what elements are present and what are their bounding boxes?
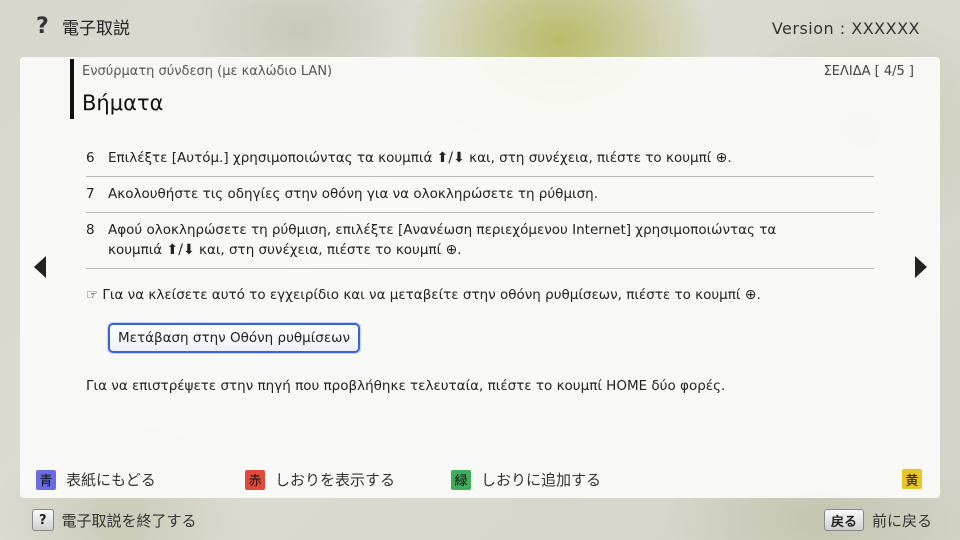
step-text-part: Αφού ολοκληρώσετε τη ρύθμιση, επιλέξτε [… (108, 222, 777, 238)
enter-button-icon: ⊕ (744, 287, 757, 303)
prev-page-arrow-icon[interactable] (34, 256, 46, 278)
green-key-label: しおりに追加する (481, 471, 602, 489)
goto-settings-button[interactable]: Μετάβαση στην Οθόνη ρυθμίσεων (108, 323, 360, 353)
step-item-8: 8 Αφού ολοκληρώσετε τη ρύθμιση, επιλέξτε… (86, 213, 874, 269)
back-label: 前に戻る (871, 511, 932, 530)
up-down-arrows-icon: ⬆/⬇ (166, 242, 195, 258)
page-indicator: ΣΕΛΙΔΑ [ 4/5 ] (823, 64, 914, 79)
blue-key-cover[interactable]: 青 表紙にもどる (36, 469, 156, 490)
breadcrumb: Ενσύρματη σύνδεση (με καλώδιο LAN) (82, 64, 333, 79)
step-item-7: 7 Ακολουθήστε τις οδηγίες στην οθόνη για… (86, 177, 874, 213)
note-text: ☞ Για να κλείσετε αυτό το εγχειρίδιο και… (86, 287, 761, 303)
green-key-badge: 緑 (451, 469, 471, 490)
step-text-part: . (727, 150, 732, 166)
blue-key-badge: 青 (36, 469, 56, 490)
title-accent-bar (70, 59, 74, 119)
green-key-add-bookmark[interactable]: 緑 しおりに追加する (451, 469, 601, 490)
yellow-key[interactable]: 黄 (902, 469, 932, 489)
color-key-bar: 青 表紙にもどる 赤 しおりを表示する 緑 しおりに追加する 黄 (36, 469, 924, 491)
header-help: ? 電子取説 (36, 14, 130, 39)
step-number: 6 (86, 150, 95, 166)
red-key-badge: 赤 (245, 469, 265, 490)
step-text-part: και, στη συνέχεια, πιέστε το κουμπί (199, 242, 442, 258)
app-title: 電子取説 (62, 19, 130, 39)
page-title: Βήματα (82, 91, 164, 115)
step-text-part: Επιλέξτε [Αυτόμ.] χρησιμοποιώντας τα κου… (108, 150, 433, 166)
manual-panel: Ενσύρματη σύνδεση (με καλώδιο LAN) ΣΕΛΙΔ… (20, 57, 940, 498)
step-text-part: και, στη συνέχεια, πιέστε το κουμπί (469, 150, 712, 166)
help-icon: ? (36, 14, 49, 39)
step-text-part: . (457, 242, 462, 258)
enter-button-icon: ⊕ (715, 150, 728, 166)
red-key-label: しおりを表示する (275, 471, 396, 489)
up-down-arrows-icon: ⬆/⬇ (436, 150, 465, 166)
version-label: Version : XXXXXX (771, 19, 920, 38)
back-hint[interactable]: 戻る 前に戻る (823, 509, 932, 531)
exit-manual-hint[interactable]: ? 電子取説を終了する (32, 509, 197, 531)
exit-manual-label: 電子取説を終了する (61, 511, 197, 530)
next-page-arrow-icon[interactable] (915, 256, 927, 278)
step-text: Επιλέξτε [Αυτόμ.] χρησιμοποιώντας τα κου… (108, 148, 874, 168)
blue-key-label: 表紙にもどる (66, 471, 156, 489)
yellow-key-badge: 黄 (902, 469, 922, 489)
help-key-icon: ? (32, 509, 54, 531)
note-text-part: . (756, 287, 761, 303)
step-number: 7 (86, 186, 95, 202)
pointing-hand-icon: ☞ (86, 287, 99, 303)
step-text: Αφού ολοκληρώσετε τη ρύθμιση, επιλέξτε [… (108, 220, 874, 260)
note-text-part: Για να κλείσετε αυτό το εγχειρίδιο και ν… (102, 287, 741, 303)
step-number: 8 (86, 222, 95, 238)
return-instructions: Για να επιστρέψετε στην πηγή που προβλήθ… (86, 378, 726, 394)
enter-button-icon: ⊕ (445, 242, 458, 258)
step-item-6: 6 Επιλέξτε [Αυτόμ.] χρησιμοποιώντας τα κ… (86, 141, 874, 177)
red-key-bookmarks[interactable]: 赤 しおりを表示する (245, 469, 395, 490)
steps-list: 6 Επιλέξτε [Αυτόμ.] χρησιμοποιώντας τα κ… (86, 141, 874, 269)
step-text: Ακολουθήστε τις οδηγίες στην οθόνη για ν… (108, 186, 599, 202)
back-key-icon: 戻る (823, 509, 864, 531)
step-text-part: κουμπιά (108, 242, 163, 258)
